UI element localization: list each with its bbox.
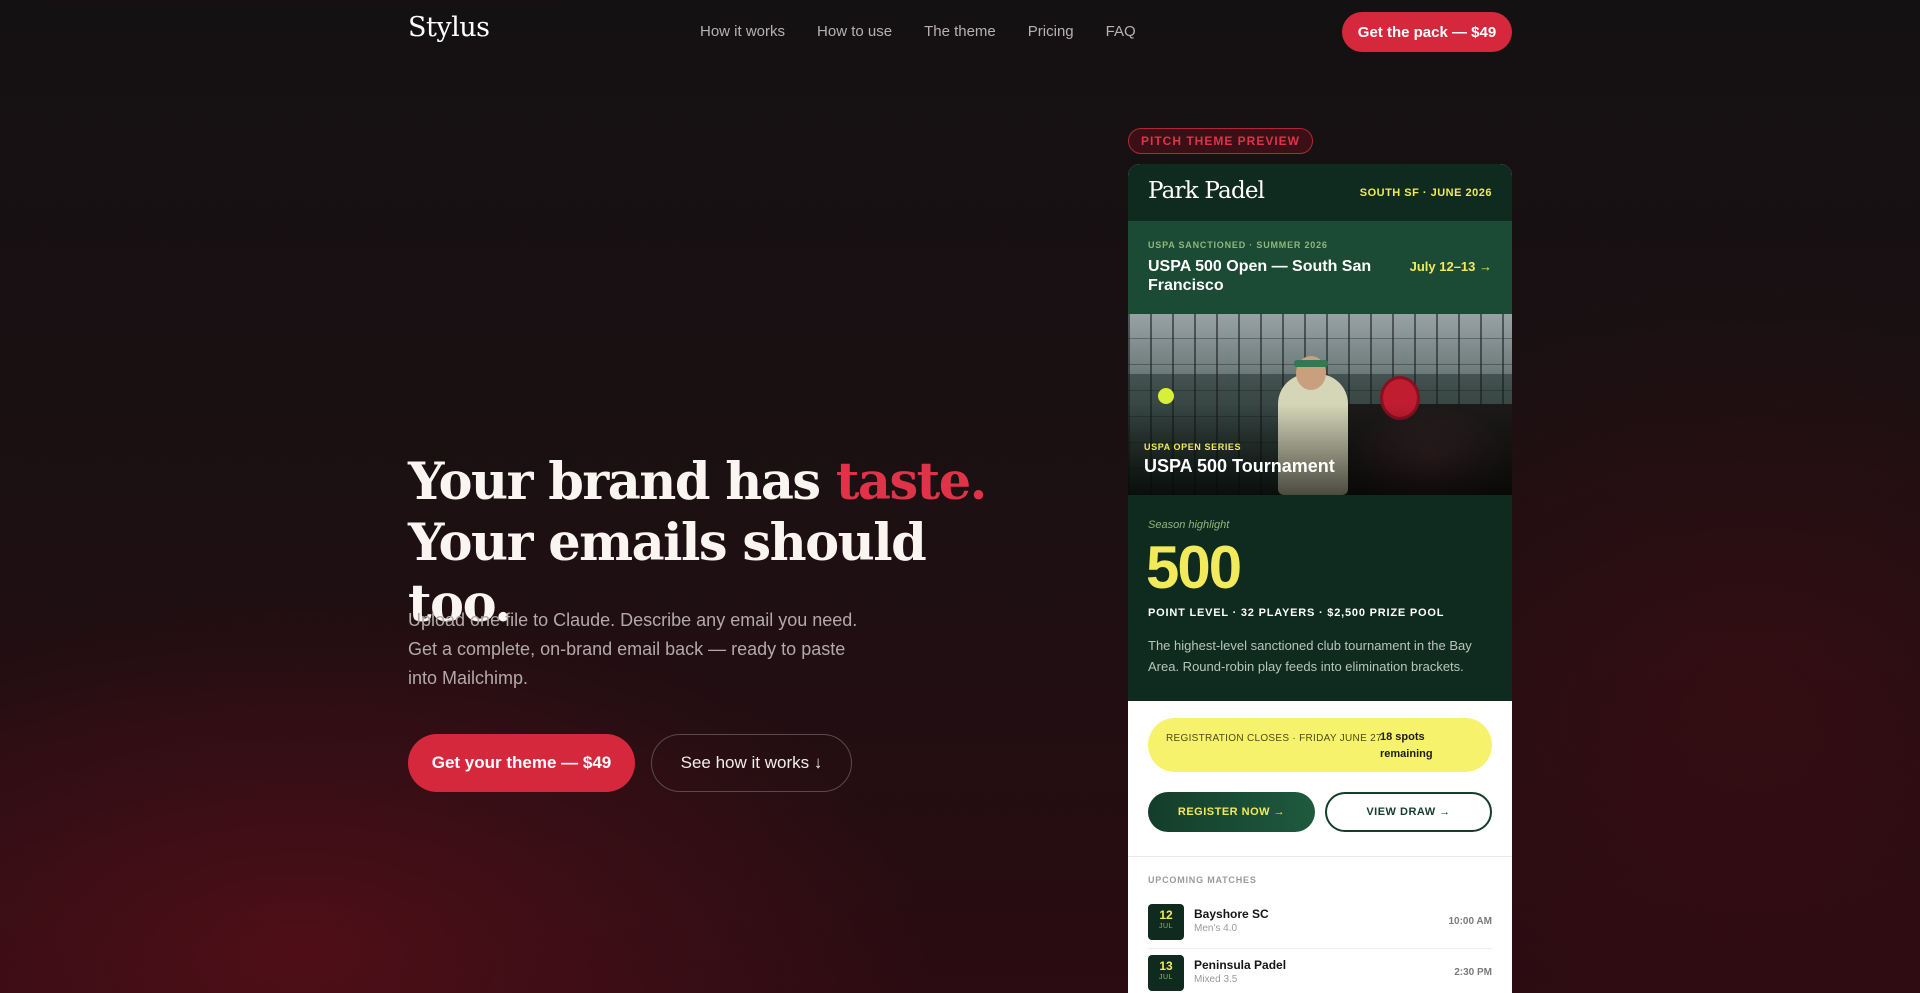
get-theme-button[interactable]: Get your theme — $49 xyxy=(408,734,635,792)
match-time: 2:30 PM xyxy=(1454,967,1492,978)
see-how-it-works-button[interactable]: See how it works ↓ xyxy=(651,734,852,792)
nav-link-how-to-use[interactable]: How to use xyxy=(817,23,892,40)
email-brand: Park Padel xyxy=(1148,178,1265,204)
match-date-badge: 12 JUL xyxy=(1148,904,1184,940)
spots-remaining: 18 spots remaining xyxy=(1380,731,1433,760)
match-month: JUL xyxy=(1159,974,1173,981)
match-date-badge: 13 JUL xyxy=(1148,955,1184,991)
event-bar: USPA SANCTIONED · SUMMER 2026 USPA 500 O… xyxy=(1128,222,1512,314)
registration-deadline: REGISTRATION CLOSES · FRIDAY JUNE 27 xyxy=(1166,733,1382,744)
hero-subtitle: Upload one file to Claude. Describe any … xyxy=(408,610,858,688)
nav-links: How it works How to use The theme Pricin… xyxy=(700,23,1136,40)
divider xyxy=(1128,856,1512,857)
match-day: 13 xyxy=(1159,959,1173,973)
match-opponent: Peninsula Padel xyxy=(1194,958,1287,972)
tournament-photo: USPA OPEN SERIES USPA 500 Tournament xyxy=(1128,314,1512,495)
preview-badge: PITCH THEME PREVIEW xyxy=(1128,128,1314,154)
stat-details: POINT LEVEL · 32 PLAYERS · $2,500 PRIZE … xyxy=(1148,607,1445,619)
get-pack-button[interactable]: Get the pack — $49 xyxy=(1342,12,1512,52)
match-time: 10:00 AM xyxy=(1448,916,1492,927)
photo-kicker: USPA OPEN SERIES xyxy=(1144,442,1242,452)
top-nav: Stylus How it works How to use The theme… xyxy=(0,0,1920,64)
hero-title-accent: taste. xyxy=(835,452,988,512)
match-separator xyxy=(1148,948,1492,949)
register-now-button[interactable]: REGISTER NOW → xyxy=(1148,792,1315,832)
event-kicker: USPA SANCTIONED · SUMMER 2026 xyxy=(1148,240,1328,250)
event-dates-link[interactable]: July 12–13 → xyxy=(1410,259,1492,274)
logo[interactable]: Stylus xyxy=(408,12,490,43)
match-level: Men's 4.0 xyxy=(1194,923,1238,934)
match-row: 12 JUL Bayshore SC Men's 4.0 10:00 AM xyxy=(1148,904,1492,952)
match-opponent: Bayshore SC xyxy=(1194,907,1269,921)
upcoming-matches-title: UPCOMING MATCHES xyxy=(1148,875,1257,885)
nav-link-the-theme[interactable]: The theme xyxy=(924,23,996,40)
nav-link-pricing[interactable]: Pricing xyxy=(1028,23,1074,40)
stat-description: The highest-level sanctioned club tourna… xyxy=(1148,638,1472,674)
email-preview-card: Park Padel SOUTH SF · JUNE 2026 USPA SAN… xyxy=(1128,164,1512,993)
hero-title-line1: Your brand has xyxy=(408,452,836,512)
match-level: Mixed 3.5 xyxy=(1194,974,1238,985)
match-row: 13 JUL Peninsula Padel Mixed 3.5 2:30 PM xyxy=(1148,955,1492,993)
registration-banner: REGISTRATION CLOSES · FRIDAY JUNE 27 18 … xyxy=(1148,718,1492,772)
nav-link-faq[interactable]: FAQ xyxy=(1106,23,1136,40)
stat-block: Season highlight 500 POINT LEVEL · 32 PL… xyxy=(1128,495,1512,701)
stat-number: 500 xyxy=(1146,534,1242,601)
stat-label: Season highlight xyxy=(1148,519,1230,531)
match-month: JUL xyxy=(1159,923,1173,930)
event-title: USPA 500 Open — South San Francisco xyxy=(1148,258,1372,294)
view-draw-button[interactable]: VIEW DRAW → xyxy=(1325,792,1492,832)
player-headband xyxy=(1294,360,1328,367)
nav-link-how-it-works[interactable]: How it works xyxy=(700,23,785,40)
email-header-meta: SOUTH SF · JUNE 2026 xyxy=(1359,187,1492,199)
match-day: 12 xyxy=(1159,908,1173,922)
photo-title: USPA 500 Tournament xyxy=(1144,456,1335,476)
tennis-ball xyxy=(1158,388,1174,404)
email-header: Park Padel SOUTH SF · JUNE 2026 xyxy=(1128,164,1512,222)
